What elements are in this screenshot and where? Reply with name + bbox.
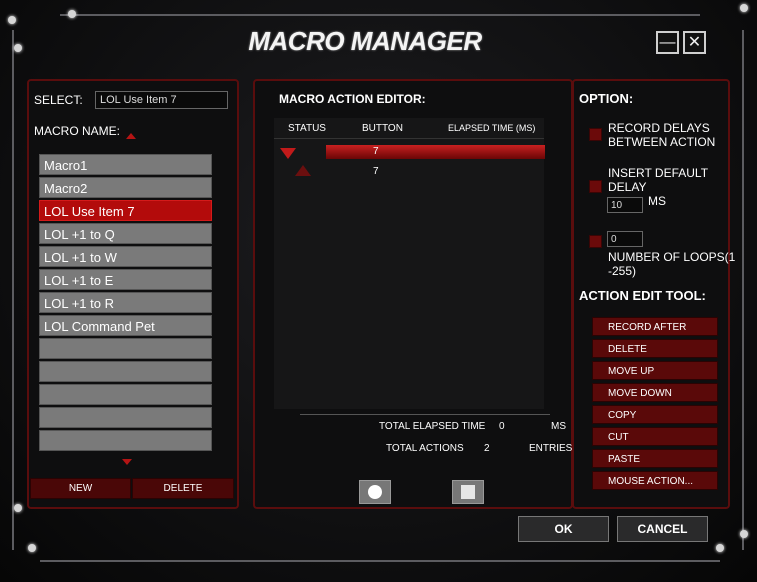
macro-list-item[interactable]: LOL +1 to R <box>39 292 212 313</box>
editor-title: MACRO ACTION EDITOR: <box>279 92 426 106</box>
scroll-down-arrow-icon[interactable] <box>122 459 132 465</box>
frame-light-dot <box>28 544 36 552</box>
ok-button[interactable]: OK <box>518 516 609 542</box>
frame-light-dot <box>8 16 16 24</box>
tool-button-move-down[interactable]: MOVE DOWN <box>592 383 718 402</box>
tool-button-move-up[interactable]: MOVE UP <box>592 361 718 380</box>
frame-light-dot <box>14 44 22 52</box>
tool-button-cut[interactable]: CUT <box>592 427 718 446</box>
close-button[interactable]: ✕ <box>683 31 706 54</box>
insert-default-delay-checkbox[interactable] <box>589 180 602 193</box>
action-row-button: 7 <box>373 166 379 177</box>
macro-list-item[interactable]: LOL Use Item 7 <box>39 200 212 221</box>
total-elapsed-unit: MS <box>551 421 566 432</box>
macro-list-item[interactable]: LOL +1 to W <box>39 246 212 267</box>
new-label: NEW <box>68 483 93 494</box>
option-title: OPTION: <box>579 91 634 106</box>
tool-button-paste[interactable]: PASTE <box>592 449 718 468</box>
macro-list-item[interactable] <box>39 338 212 359</box>
delete-label: DELETE <box>163 483 203 494</box>
macro-name-label: MACRO NAME: <box>34 124 121 138</box>
frame-light-dot <box>14 504 22 512</box>
close-icon: ✕ <box>687 33 702 51</box>
window-title: MACRO MANAGER <box>248 26 482 56</box>
default-delay-unit: MS <box>648 194 666 208</box>
total-actions-label: TOTAL ACTIONS <box>386 443 464 454</box>
stop-button[interactable] <box>452 480 484 504</box>
cancel-button[interactable]: CANCEL <box>617 516 708 542</box>
frame-line-bottom <box>40 560 720 562</box>
record-button[interactable] <box>359 480 391 504</box>
macro-list: Macro1 Macro2 LOL Use Item 7 LOL +1 to Q LOL… <box>39 154 212 453</box>
action-list[interactable] <box>274 139 544 409</box>
loops-checkbox[interactable] <box>589 235 602 248</box>
tool-button-delete[interactable]: DELETE <box>592 339 718 358</box>
tool-button-record-after[interactable]: RECORD AFTER <box>592 317 718 336</box>
record-delays-checkbox[interactable] <box>589 128 602 141</box>
frame-light-dot <box>68 10 76 18</box>
tool-button-copy[interactable]: COPY <box>592 405 718 424</box>
selected-action-row[interactable] <box>326 145 545 159</box>
ok-label: OK <box>554 522 573 536</box>
macro-list-item[interactable] <box>39 430 212 451</box>
macro-list-item[interactable]: Macro1 <box>39 154 212 175</box>
default-delay-input[interactable]: 10 <box>607 197 643 213</box>
macro-list-item[interactable] <box>39 407 212 428</box>
total-elapsed-value: 0 <box>499 421 505 432</box>
key-down-icon <box>280 148 296 159</box>
frame-light-dot <box>740 530 748 538</box>
frame-light-dot <box>716 544 724 552</box>
total-actions-unit: ENTRIES <box>529 443 573 454</box>
select-label: SELECT: <box>34 93 83 107</box>
total-actions-value: 2 <box>484 443 490 454</box>
macro-list-item[interactable] <box>39 384 212 405</box>
frame-line-top <box>60 14 700 16</box>
macro-list-item[interactable]: LOL +1 to Q <box>39 223 212 244</box>
cancel-label: CANCEL <box>637 522 688 536</box>
loops-input[interactable]: 0 <box>607 231 643 247</box>
new-macro-button[interactable]: NEW <box>30 478 131 499</box>
frame-line-right <box>742 30 744 550</box>
insert-default-delay-label: INSERT DEFAULT DELAY <box>608 166 709 194</box>
editor-divider <box>300 414 550 415</box>
tool-button-mouse-action[interactable]: MOUSE ACTION... <box>592 471 718 490</box>
minimize-icon: — <box>659 33 676 51</box>
column-elapsed-time: ELAPSED TIME (MS) <box>448 123 536 133</box>
loops-label: NUMBER OF LOOPS(1 -255) <box>608 250 736 278</box>
stop-icon <box>461 485 475 499</box>
delete-macro-button[interactable]: DELETE <box>132 478 234 499</box>
frame-light-dot <box>740 4 748 12</box>
record-icon <box>368 485 382 499</box>
macro-list-item[interactable] <box>39 361 212 382</box>
action-edit-tool-title: ACTION EDIT TOOL: <box>579 288 706 303</box>
column-button: BUTTON <box>362 123 403 134</box>
frame-line-left <box>12 30 14 550</box>
macro-list-item[interactable]: LOL +1 to E <box>39 269 212 290</box>
macro-list-item[interactable]: LOL Command Pet <box>39 315 212 336</box>
macro-list-item[interactable]: Macro2 <box>39 177 212 198</box>
select-field[interactable]: LOL Use Item 7 <box>95 91 228 109</box>
key-up-icon <box>295 165 311 176</box>
column-status: STATUS <box>288 123 326 134</box>
total-elapsed-label: TOTAL ELAPSED TIME <box>379 421 486 432</box>
scroll-up-arrow-icon[interactable] <box>126 133 136 139</box>
minimize-button[interactable]: — <box>656 31 679 54</box>
record-delays-label: RECORD DELAYS BETWEEN ACTION <box>608 121 716 149</box>
action-row-button: 7 <box>373 146 379 157</box>
